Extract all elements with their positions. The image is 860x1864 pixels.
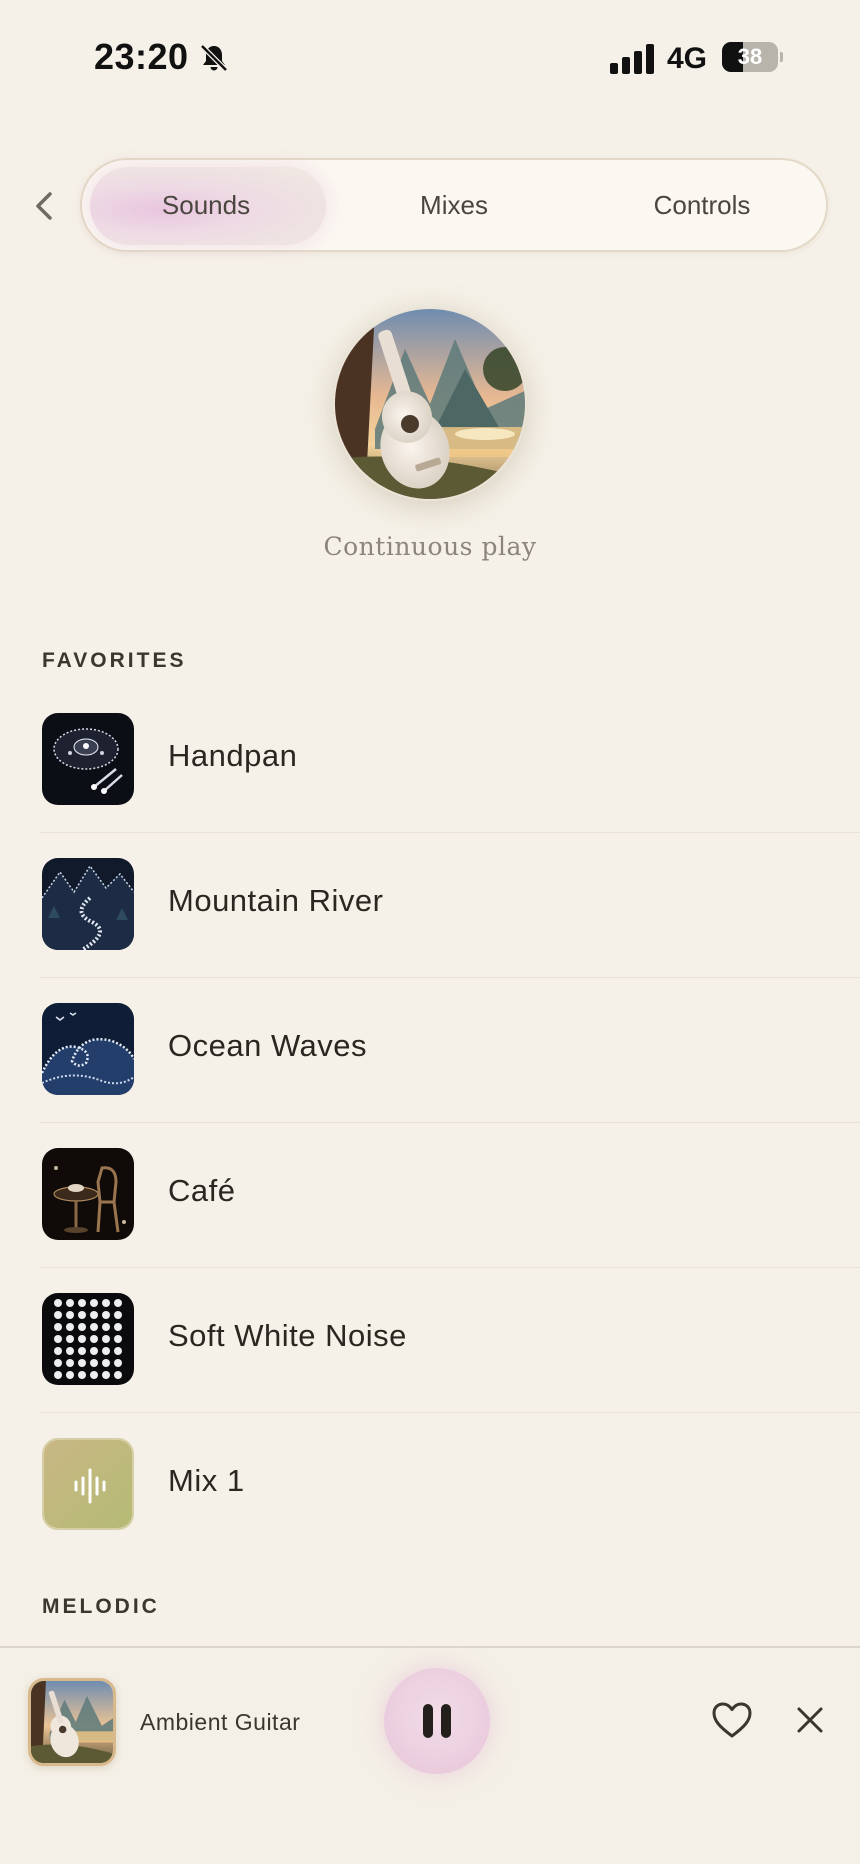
list-item-cafe[interactable]: Café [0,1135,860,1280]
heart-icon[interactable] [710,1700,754,1740]
pause-button[interactable] [384,1668,490,1774]
back-chevron-icon[interactable] [28,186,62,226]
player-artwork[interactable] [28,1678,116,1766]
now-playing-artwork[interactable] [333,307,527,501]
status-bar: 23:20 4G 38 [0,0,860,120]
list-item-label: Café [168,1173,236,1208]
list-item-label: Mountain River [168,883,384,918]
list-item-label: Handpan [168,738,298,773]
white-noise-thumbnail [42,1293,134,1385]
tab-sounds[interactable]: Sounds [82,160,330,250]
row-divider [40,1267,860,1268]
list-item-handpan[interactable]: Handpan [0,700,860,845]
continuous-play-label: Continuous play [323,532,537,561]
battery-percent: 38 [737,44,763,69]
cellular-signal-icon [610,44,654,74]
mix-thumbnail [42,1438,134,1530]
list-item-label: Ocean Waves [168,1028,368,1063]
ocean-waves-thumbnail [42,1003,134,1095]
section-title-melodic: MELODIC [42,1595,160,1618]
handpan-thumbnail [42,713,134,805]
tab-mixes[interactable]: Mixes [330,160,578,250]
favorites-list: Handpan Mountain River Ocean Waves Café … [0,700,860,1570]
list-item-mix-1[interactable]: Mix 1 [0,1425,860,1570]
battery-icon: 38 [722,42,783,72]
status-time: 23:20 [94,36,189,77]
section-title-favorites: FAVORITES [42,649,187,672]
row-divider [40,832,860,833]
player-track-title: Ambient Guitar [140,1709,301,1735]
row-divider [40,1122,860,1123]
list-item-label: Soft White Noise [168,1318,407,1353]
bell-off-icon [200,44,228,72]
close-icon[interactable] [794,1704,826,1736]
row-divider [40,1412,860,1413]
list-item-mountain-river[interactable]: Mountain River [0,845,860,990]
list-item-soft-white-noise[interactable]: Soft White Noise [0,1280,860,1425]
mountain-river-thumbnail [42,858,134,950]
pause-icon [423,1704,451,1738]
cafe-thumbnail [42,1148,134,1240]
row-divider [40,977,860,978]
list-item-ocean-waves[interactable]: Ocean Waves [0,990,860,1135]
network-type: 4G [667,42,708,75]
tab-controls[interactable]: Controls [578,160,826,250]
now-playing-bar[interactable]: Ambient Guitar [0,1646,860,1864]
tab-bar: Sounds Mixes Controls [80,158,828,252]
list-item-label: Mix 1 [168,1463,245,1498]
